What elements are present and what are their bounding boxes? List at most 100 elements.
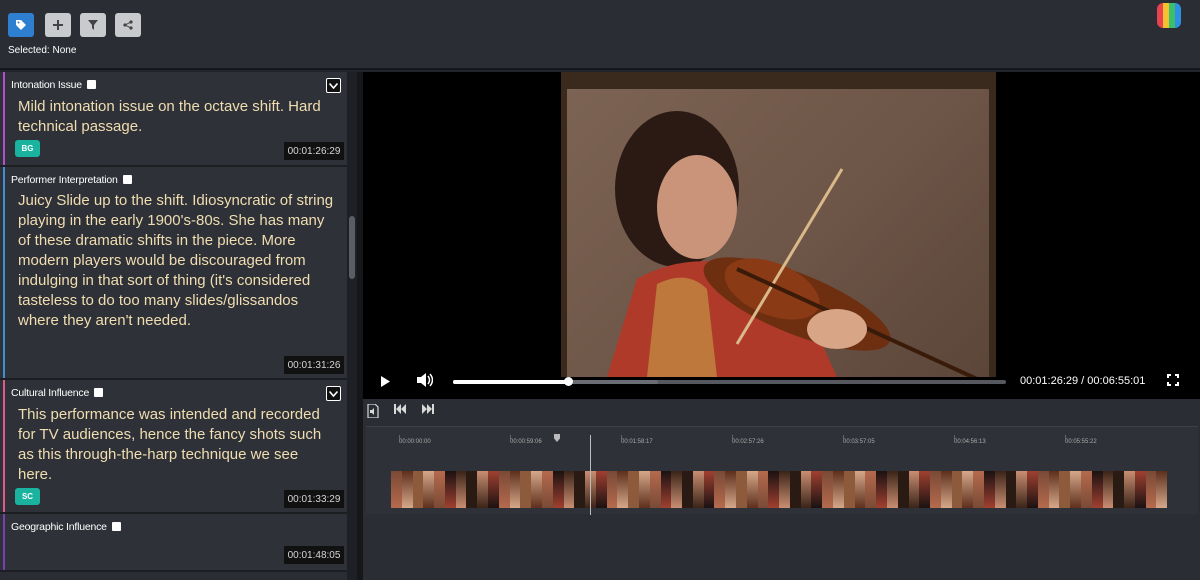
timeline-panel: 00:00:00:00 00:00:59:06 00:01:58:17 00:02:5…	[363, 399, 1200, 580]
volume-icon	[417, 373, 434, 387]
sidebar-scroll-thumb[interactable]	[349, 216, 355, 279]
export-button[interactable]	[367, 403, 379, 421]
thumbnail-frame	[552, 471, 564, 508]
app-logo-icon	[1157, 3, 1181, 28]
thumbnail-frame	[1156, 471, 1167, 508]
category-stripe	[3, 167, 5, 378]
skip-back-button[interactable]	[394, 404, 406, 417]
thumbnail-strip[interactable]	[391, 471, 1167, 508]
skip-forward-button[interactable]	[422, 404, 434, 417]
timeline-track[interactable]: 00:00:00:00 00:00:59:06 00:01:58:17 00:02:5…	[366, 426, 1198, 515]
thumbnail-frame	[736, 471, 747, 508]
share-button[interactable]	[115, 13, 141, 37]
thumbnail-frame	[994, 471, 1006, 508]
thumbnail-frame	[1081, 471, 1092, 508]
filter-icon	[88, 20, 98, 30]
author-badge: SC	[15, 488, 40, 505]
thumbnail-frame	[1016, 471, 1028, 508]
filter-button[interactable]	[80, 13, 106, 37]
thumbnail-frame	[1145, 471, 1157, 508]
thumbnail-frame	[628, 471, 639, 508]
category-stripe	[3, 72, 5, 165]
top-toolbar: Selected: None	[0, 0, 1200, 70]
thumbnail-frame	[962, 471, 974, 508]
thumbnail-frame	[401, 471, 413, 508]
annotation-timestamp[interactable]: 00:01:26:29	[284, 142, 344, 160]
note-icon[interactable]	[94, 388, 104, 397]
thumbnail-frame	[617, 471, 629, 508]
add-button[interactable]	[45, 13, 71, 37]
tag-icon	[16, 20, 26, 30]
time-display: 00:01:26:29 / 00:06:55:01	[1020, 375, 1146, 387]
fullscreen-button[interactable]	[1167, 374, 1179, 389]
timeline-tick-label: 00:00:00:00	[399, 439, 431, 445]
annotation-card[interactable]: Geographic Influence 00:01:48:05	[0, 514, 347, 572]
note-icon[interactable]	[111, 522, 121, 531]
sidebar-scrollbar[interactable]	[347, 72, 357, 580]
skip-back-icon	[394, 404, 406, 414]
thumbnail-frame	[509, 471, 521, 508]
author-badge: BG	[15, 140, 40, 157]
thumbnail-frame	[477, 471, 489, 508]
thumbnail-frame	[854, 471, 866, 508]
chevron-down-icon[interactable]	[326, 78, 341, 93]
thumbnail-frame	[1113, 471, 1125, 508]
thumbnail-frame	[843, 471, 855, 508]
play-button[interactable]	[380, 375, 390, 390]
annotation-timestamp[interactable]: 00:01:33:29	[284, 490, 344, 508]
note-icon[interactable]	[86, 80, 96, 89]
video-frame[interactable]	[561, 72, 996, 377]
thumbnail-frame	[779, 471, 790, 508]
thumbnail-frame	[1059, 471, 1071, 508]
thumbnail-frame	[768, 471, 780, 508]
thumbnail-frame	[940, 471, 952, 508]
thumbnail-frame	[876, 471, 887, 508]
category-stripe	[3, 514, 5, 570]
thumbnail-frame	[434, 471, 445, 508]
fullscreen-icon	[1167, 374, 1179, 386]
logo-stripe	[1175, 3, 1181, 28]
thumbnail-frame	[1048, 471, 1060, 508]
tag-button[interactable]	[8, 13, 34, 37]
thumbnail-frame	[1037, 471, 1049, 508]
annotation-card[interactable]: Intonation Issue Mild intonation issue on…	[0, 72, 347, 167]
thumbnail-frame	[703, 471, 715, 508]
thumbnail-frame	[973, 471, 984, 508]
chevron-down-icon[interactable]	[326, 386, 341, 401]
annotation-card[interactable]: Performer Interpretation Juicy Slide up t…	[0, 167, 347, 380]
thumbnail-frame	[1027, 471, 1038, 508]
thumbnail-frame	[951, 471, 963, 508]
timeline-toolbar	[363, 399, 1200, 425]
share-icon	[123, 20, 133, 30]
timeline-tick-label: 00:00:59:06	[510, 439, 542, 445]
annotation-text: Mild intonation issue on the octave shif…	[18, 98, 321, 135]
progress-knob[interactable]	[564, 377, 574, 386]
thumbnail-frame	[660, 471, 672, 508]
annotation-timestamp[interactable]: 00:01:31:26	[284, 356, 344, 374]
thumbnail-frame	[412, 471, 424, 508]
annotation-category: Intonation Issue	[11, 79, 96, 91]
thumbnail-frame	[671, 471, 683, 508]
timeline-tick-label: 00:04:56:13	[954, 439, 986, 445]
thumbnail-frame	[800, 471, 812, 508]
video-player: 00:01:26:29 / 00:06:55:01	[363, 72, 1200, 399]
note-icon[interactable]	[122, 175, 132, 184]
progress-bar[interactable]	[453, 377, 1006, 386]
annotation-category: Performer Interpretation	[11, 174, 132, 186]
playhead-handle-icon[interactable]	[554, 434, 560, 442]
annotation-category-label: Performer Interpretation	[11, 174, 118, 186]
thumbnail-frame	[833, 471, 844, 508]
thumbnail-frame	[531, 471, 542, 508]
annotation-list: Intonation Issue Mild intonation issue on…	[0, 72, 347, 580]
selection-status: Selected: None	[8, 45, 77, 56]
thumbnail-frame	[930, 471, 941, 508]
thumbnail-frame	[746, 471, 758, 508]
annotation-category-label: Geographic Influence	[11, 521, 107, 533]
annotation-card[interactable]: Cultural Influence This performance was i…	[0, 380, 347, 514]
thumbnail-frame	[574, 471, 586, 508]
annotation-timestamp[interactable]: 00:01:48:05	[284, 546, 344, 564]
thumbnail-frame	[886, 471, 898, 508]
timeline-playhead[interactable]	[590, 435, 591, 515]
volume-button[interactable]	[417, 373, 434, 390]
thumbnail-frame	[498, 471, 510, 508]
